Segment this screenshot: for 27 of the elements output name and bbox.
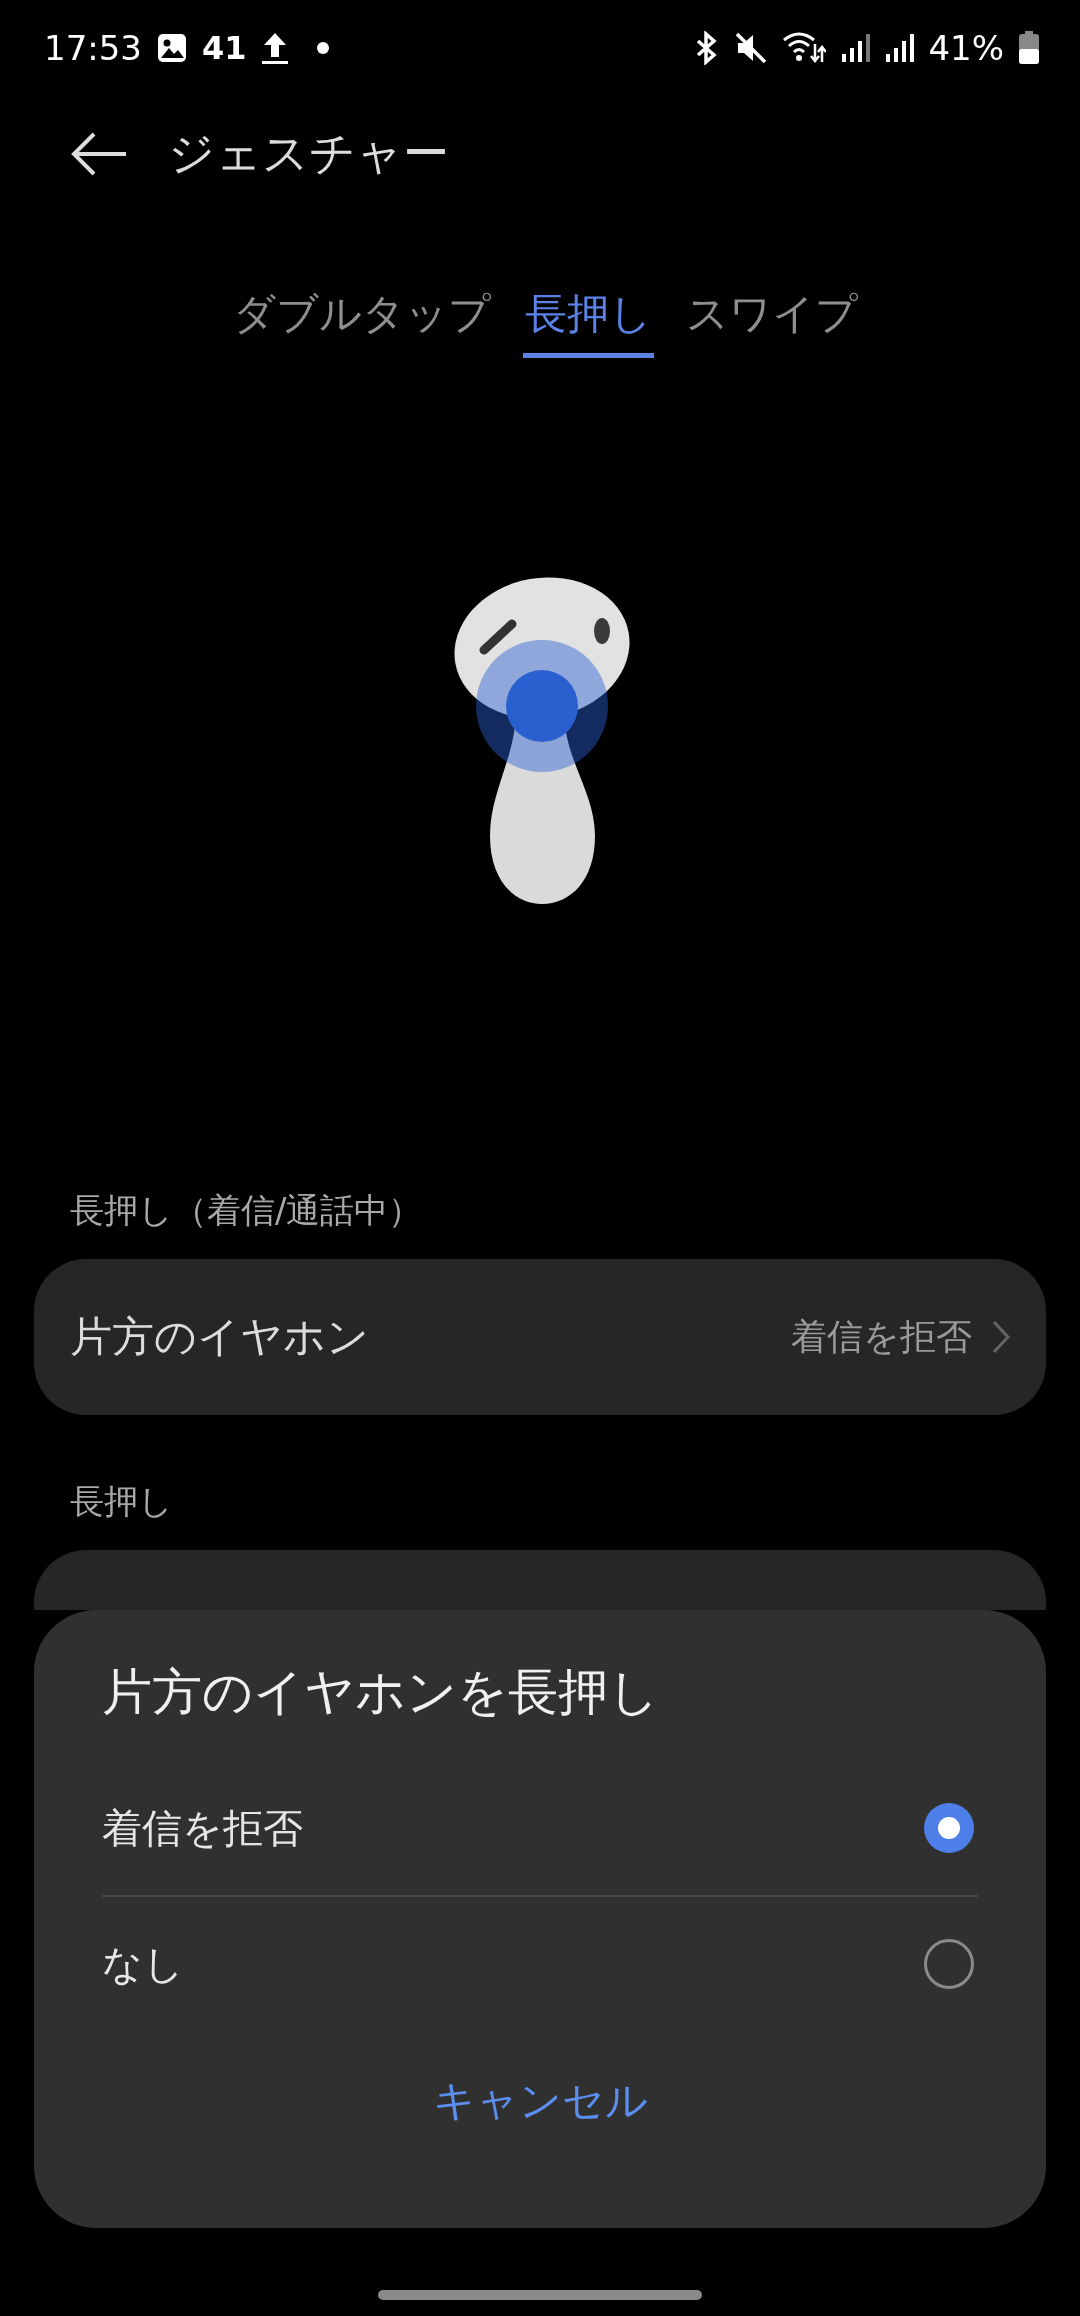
upload-icon (260, 31, 289, 65)
sheet-title: 片方のイヤホンを長押し (102, 1662, 660, 1723)
muted-speaker-icon (734, 31, 769, 65)
tab[interactable]: 長押し (522, 281, 654, 359)
option-label[interactable]: なし (102, 1936, 924, 1992)
section-label: 長押し（着信/通話中） (69, 1189, 424, 1233)
page-title: ジェスチャー (168, 125, 449, 182)
clock: 17:53 (44, 28, 142, 68)
cancel-button[interactable]: キャンセル (412, 2061, 668, 2141)
row-label: 片方のイヤホン (70, 1311, 370, 1364)
signal-icon (840, 32, 871, 64)
image-icon (156, 32, 188, 64)
dot-icon (316, 42, 329, 54)
setting-row[interactable]: 片方のイヤホン 着信を拒否 (34, 1259, 1046, 1416)
row-value: 着信を拒否 (791, 1314, 972, 1359)
battery-percent: 41% (928, 28, 1004, 68)
option-label[interactable]: 着信を拒否 (102, 1800, 924, 1856)
notification-count: 41 (202, 29, 247, 67)
tab[interactable]: スワイプ (683, 281, 860, 359)
back-arrow-icon[interactable] (70, 131, 128, 177)
tab[interactable]: ダブルタップ (230, 281, 493, 359)
chevron-right-icon (992, 1320, 1010, 1355)
radio-button[interactable] (924, 1939, 974, 1989)
radio-button[interactable] (924, 1803, 974, 1853)
signal-icon (884, 32, 915, 64)
section-label: 長押し (69, 1480, 174, 1524)
battery-icon (1018, 31, 1040, 65)
